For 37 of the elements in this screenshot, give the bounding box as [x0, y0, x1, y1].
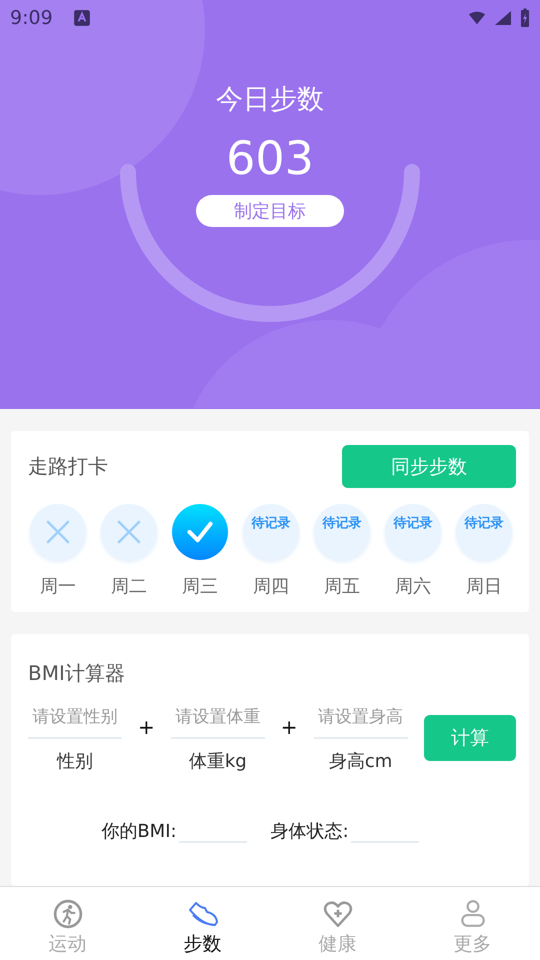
day-label: 周二	[111, 575, 147, 598]
signal-icon	[494, 9, 512, 27]
plus-sign: +	[138, 714, 155, 739]
nav-tab[interactable]: 步数	[135, 887, 270, 960]
header-title: 今日步数	[216, 83, 324, 117]
runner-icon	[52, 899, 84, 929]
shoe-icon	[186, 899, 218, 929]
pending-badge: 待记录	[385, 504, 441, 560]
pending-badge: 待记录	[243, 504, 299, 560]
calculate-button[interactable]: 计算	[424, 715, 516, 761]
field-label: 性别	[57, 750, 93, 773]
wifi-icon	[468, 9, 486, 27]
pending-badge: 待记录	[314, 504, 370, 560]
step-count: 603	[226, 131, 314, 185]
field-label: 体重kg	[188, 750, 247, 773]
day-label: 周五	[324, 575, 360, 598]
result-label: 你的BMI:	[101, 820, 177, 843]
set-goal-button[interactable]: 制定目标	[196, 195, 344, 227]
day-label: 周一	[40, 575, 76, 598]
plus-sign: +	[280, 714, 298, 739]
heart-plus-icon	[322, 899, 354, 929]
result-label: 身体状态:	[270, 820, 349, 843]
day-label: 周六	[395, 575, 431, 598]
nav-tab[interactable]: 更多	[405, 887, 540, 960]
sync-steps-button[interactable]: 同步步数	[342, 445, 516, 488]
day-label: 周四	[253, 575, 289, 598]
keyboard-icon	[72, 9, 91, 27]
battery-icon	[520, 8, 530, 28]
status-time: 9:09	[10, 7, 53, 29]
day-label: 周三	[182, 575, 218, 598]
card-title: BMI计算器	[28, 660, 126, 687]
pending-badge: 待记录	[456, 504, 512, 560]
card-title: 走路打卡	[28, 453, 108, 480]
nav-tab[interactable]: 健康	[270, 887, 405, 960]
day-label: 周日	[466, 575, 502, 598]
field-label: 身高cm	[328, 750, 392, 773]
nav-tab[interactable]: 运动	[0, 887, 135, 960]
